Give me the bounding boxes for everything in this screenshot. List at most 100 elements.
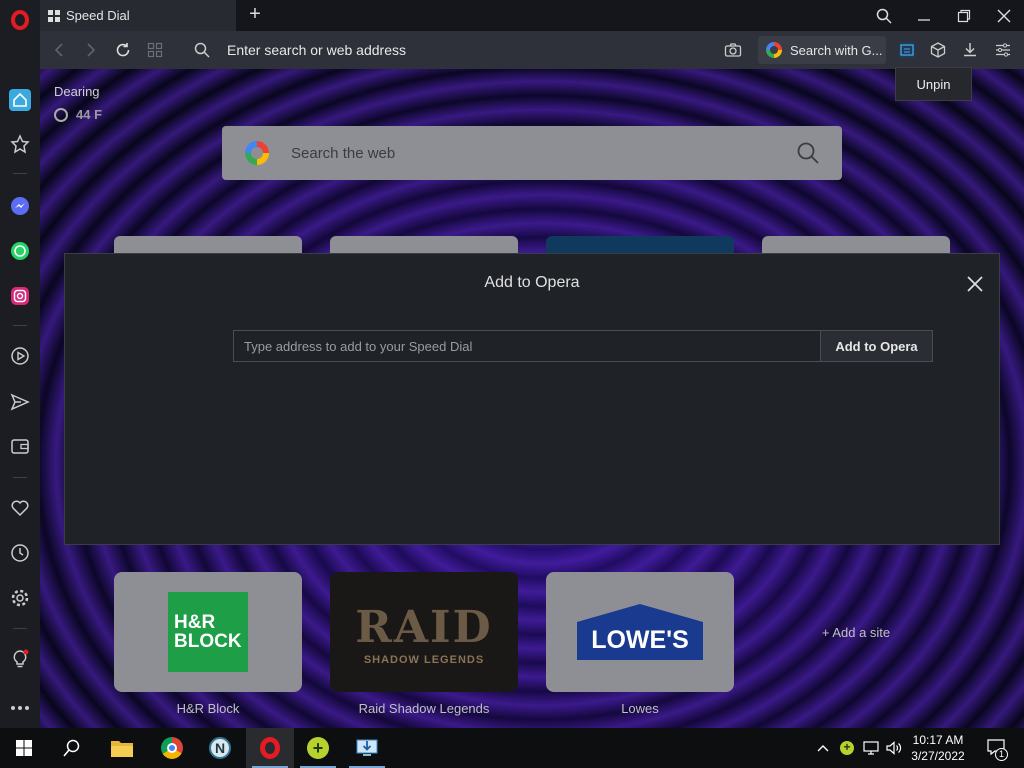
network-icon [863, 741, 879, 755]
opera-menu-button[interactable] [0, 2, 40, 38]
dialog-close-button[interactable] [963, 272, 987, 296]
sidebar-more-button[interactable] [0, 690, 40, 726]
lightbulb-icon [13, 649, 29, 668]
tab-title: Speed Dial [66, 8, 130, 23]
sidebar-item-settings[interactable] [0, 580, 40, 616]
sidebar-item-tips[interactable] [0, 641, 40, 677]
tray-overflow-button[interactable] [812, 728, 834, 768]
plus-app-icon: + [840, 741, 854, 755]
speed-dial-address-input[interactable]: Type address to add to your Speed Dial [233, 330, 820, 362]
add-site-tile[interactable]: + Add a site [762, 572, 950, 692]
taskbar-search-button[interactable] [48, 728, 96, 768]
weather-location: Dearing [54, 84, 100, 99]
settings-sliders-icon [996, 43, 1010, 57]
reload-button[interactable] [108, 31, 138, 69]
cube-icon [930, 42, 946, 58]
restore-button[interactable] [944, 0, 984, 31]
taskbar-opera[interactable] [246, 728, 294, 768]
sidebar-item-bookmarks[interactable] [0, 126, 40, 162]
address-input[interactable]: Enter search or web address [227, 42, 406, 58]
downloads-button[interactable] [955, 31, 985, 69]
sidebar-item-send[interactable] [0, 384, 40, 420]
gear-icon [11, 589, 29, 607]
search-icon [63, 739, 80, 757]
sidebar-item-player[interactable] [0, 338, 40, 374]
action-center-button[interactable]: 1 [980, 728, 1014, 768]
chevron-left-icon [54, 43, 63, 57]
tray-app-plus[interactable]: + [836, 728, 858, 768]
grid-icon [147, 42, 163, 58]
tab-speed-dial[interactable]: Speed Dial [40, 0, 236, 31]
add-to-opera-button[interactable]: Add to Opera [820, 330, 933, 362]
forward-button[interactable] [76, 31, 106, 69]
notification-count: 1 [995, 748, 1008, 761]
instagram-icon [11, 287, 29, 305]
speed-dial-tile[interactable] [762, 236, 950, 254]
new-tab-button[interactable]: + [244, 4, 266, 26]
whatsapp-icon [11, 242, 29, 260]
weather-widget[interactable]: Dearing 44 F [54, 84, 102, 122]
clock-date: 3/27/2022 [911, 749, 965, 763]
sidebar-item-pinboards[interactable] [0, 490, 40, 526]
pinned-button[interactable] [892, 31, 922, 69]
tile-label: Raid Shadow Legends [358, 701, 490, 716]
chevron-right-icon [87, 43, 96, 57]
hr-block-logo-text: BLOCK [174, 631, 242, 652]
search-engine-selector[interactable]: Search with G... [758, 36, 886, 64]
lowes-logo-text: LOWE'S [591, 626, 689, 654]
close-window-button[interactable] [984, 0, 1024, 31]
weather-temperature: 44 F [76, 107, 103, 122]
extensions-button[interactable] [923, 31, 953, 69]
sidebar-item-instagram[interactable] [0, 278, 40, 314]
speed-dial-tile-hr-block[interactable]: H&R BLOCK [114, 572, 302, 692]
opera-icon [260, 737, 280, 759]
player-icon [11, 347, 29, 365]
windows-icon [16, 740, 32, 756]
taskbar-app-plus[interactable]: + [294, 728, 342, 768]
unpin-tooltip: Unpin [895, 67, 972, 101]
taskbar-chrome[interactable] [148, 728, 196, 768]
easy-setup-button[interactable] [988, 31, 1018, 69]
back-button[interactable] [44, 31, 74, 69]
address-bar: Enter search or web address Search with … [40, 31, 1024, 69]
taskbar-clock[interactable]: 10:17 AM 3/27/2022 [902, 732, 974, 764]
speed-dial-tile[interactable] [546, 236, 734, 254]
tab-bar: Speed Dial + [40, 0, 1024, 31]
taskbar-file-explorer[interactable] [98, 728, 146, 768]
taskbar-app-download[interactable] [343, 728, 391, 768]
search-engine-label: Search with G... [790, 42, 883, 58]
speed-dial-tile-raid[interactable]: RAID SHADOW LEGENDS [330, 572, 518, 692]
tray-network[interactable] [860, 728, 882, 768]
sidebar-divider [13, 628, 27, 629]
sidebar-item-home[interactable] [0, 82, 40, 118]
sidebar-item-messenger[interactable] [0, 188, 40, 224]
taskbar: N + + 10:17 AM 3/27/2022 1 [0, 728, 1024, 768]
home-icon [9, 89, 31, 111]
minimize-button[interactable] [904, 0, 944, 31]
web-search-box[interactable]: Search the web [222, 126, 842, 180]
sidebar-item-whatsapp[interactable] [0, 233, 40, 269]
chevron-up-icon [817, 745, 829, 752]
send-icon [10, 393, 30, 411]
speed-dial-tile[interactable] [330, 236, 518, 254]
speed-dial-button[interactable] [140, 31, 170, 69]
history-icon [11, 544, 29, 562]
minimize-icon [918, 18, 930, 21]
sidebar-item-history[interactable] [0, 535, 40, 571]
start-button[interactable] [0, 728, 48, 768]
search-icon[interactable] [796, 141, 820, 165]
speaker-icon [886, 741, 902, 755]
bookmarks-icon [10, 134, 30, 154]
snapshot-button[interactable] [718, 31, 748, 69]
folder-icon [111, 741, 133, 757]
heart-icon [11, 500, 29, 517]
taskbar-app-n[interactable]: N [196, 728, 244, 768]
sidebar-item-wallet[interactable] [0, 428, 40, 464]
speed-dial-icon [48, 9, 60, 22]
speed-dial-tile[interactable] [114, 236, 302, 254]
speed-dial-tile-lowes[interactable]: LOWE'S [546, 572, 734, 692]
opera-logo-icon [11, 10, 29, 30]
google-icon [245, 141, 269, 165]
tab-search-button[interactable] [864, 0, 904, 31]
search-icon [194, 42, 210, 58]
